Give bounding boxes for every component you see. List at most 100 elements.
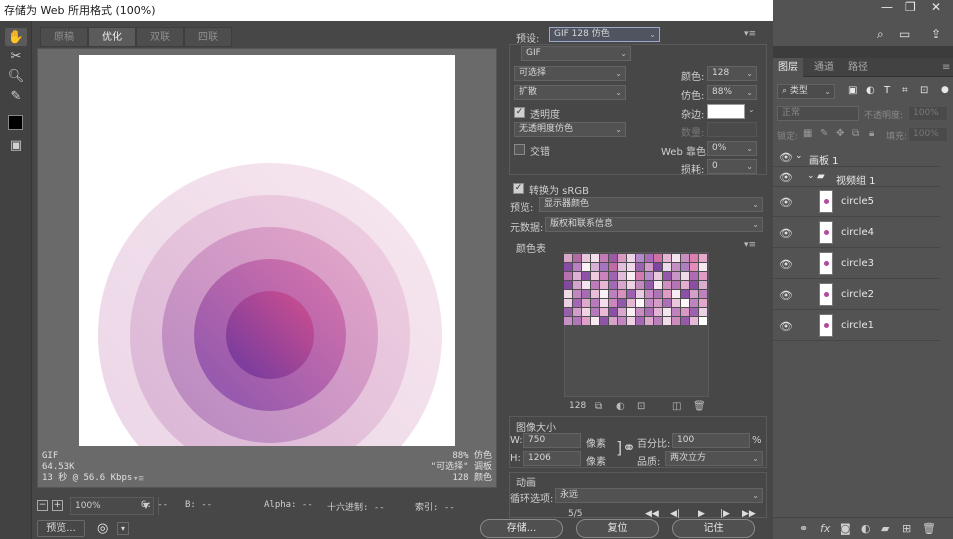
link-constrain-icon[interactable]: ]⚭ <box>616 438 636 457</box>
color-swatch[interactable] <box>618 263 626 271</box>
dither-amount-select[interactable]: 88% ⌄ <box>707 85 757 100</box>
color-swatch[interactable] <box>618 299 626 307</box>
eyedropper-color-swatch[interactable] <box>8 115 23 130</box>
color-swatch[interactable] <box>591 308 599 316</box>
eyedropper-tool-icon[interactable]: ✎ <box>5 87 27 105</box>
web-snap-select[interactable]: 0% ⌄ <box>707 141 757 156</box>
color-swatch[interactable] <box>636 263 644 271</box>
color-swatch[interactable] <box>654 317 662 325</box>
workspace-icon[interactable]: ▭ <box>899 27 910 41</box>
color-swatch[interactable] <box>582 299 590 307</box>
color-swatch[interactable] <box>591 290 599 298</box>
share-icon[interactable]: ⇪ <box>931 27 941 41</box>
color-swatch[interactable] <box>600 254 608 262</box>
color-swatch[interactable] <box>663 254 671 262</box>
color-swatch[interactable] <box>618 281 626 289</box>
color-swatch[interactable] <box>600 299 608 307</box>
color-swatch[interactable] <box>591 272 599 280</box>
lock-artboard-icon[interactable]: ⧉ <box>852 128 859 139</box>
link-layers-icon[interactable]: ⚭ <box>799 522 808 535</box>
delete-color-icon[interactable]: 🗑︎ <box>693 401 706 412</box>
filter-type-icon[interactable]: T <box>884 85 890 96</box>
colors-select[interactable]: 128 ⌄ <box>707 66 757 81</box>
eye-icon[interactable]: 👁︎ <box>779 171 793 184</box>
color-swatch[interactable] <box>663 263 671 271</box>
search-icon[interactable]: ⌕ <box>877 27 884 42</box>
color-swatch[interactable] <box>654 308 662 316</box>
color-swatch[interactable] <box>627 281 635 289</box>
color-swatch[interactable] <box>600 263 608 271</box>
interlaced-checkbox[interactable] <box>514 144 525 155</box>
lock-pixels-icon[interactable]: ✎ <box>820 128 828 139</box>
color-swatch[interactable] <box>573 263 581 271</box>
color-swatch[interactable] <box>681 308 689 316</box>
color-swatch[interactable] <box>609 308 617 316</box>
color-swatch[interactable] <box>591 263 599 271</box>
lock-color-icon[interactable]: ⊡ <box>637 401 645 412</box>
opacity-input[interactable]: 100% <box>908 106 948 121</box>
eye-icon[interactable]: 👁︎ <box>779 151 793 164</box>
color-swatch[interactable] <box>645 272 653 280</box>
color-swatch[interactable] <box>699 254 707 262</box>
web-shift-icon[interactable]: ◐ <box>616 401 625 412</box>
hand-tool-icon[interactable]: ✋ <box>5 28 27 46</box>
color-swatch[interactable] <box>663 281 671 289</box>
new-color-icon[interactable]: ◫ <box>672 401 681 412</box>
color-swatch[interactable] <box>627 317 635 325</box>
tab-4-up[interactable]: 四联 <box>184 27 232 47</box>
color-swatch[interactable] <box>672 299 680 307</box>
filter-image-icon[interactable]: ▣ <box>848 85 857 96</box>
transparency-dither-select[interactable]: 无透明度仿色 ⌄ <box>514 122 626 137</box>
layer-artboard[interactable]: 👁︎ ⌄ 画板 1 <box>773 147 940 167</box>
color-swatch[interactable] <box>564 254 572 262</box>
color-swatch[interactable] <box>582 290 590 298</box>
color-swatch[interactable] <box>654 281 662 289</box>
color-swatch[interactable] <box>663 308 671 316</box>
color-swatch[interactable] <box>591 254 599 262</box>
color-swatch[interactable] <box>573 317 581 325</box>
color-swatch[interactable] <box>681 290 689 298</box>
color-swatch[interactable] <box>663 272 671 280</box>
eye-icon[interactable]: 👁︎ <box>779 196 793 209</box>
filter-smart-object-icon[interactable]: ⊡ <box>920 85 928 96</box>
color-swatch[interactable] <box>618 308 626 316</box>
tab-layers[interactable]: 图层 <box>773 58 803 77</box>
format-select[interactable]: GIF ⌄ <box>521 46 631 61</box>
quality-select[interactable]: 两次立方 ⌄ <box>665 451 763 466</box>
color-swatch[interactable] <box>699 290 707 298</box>
eye-icon[interactable]: 👁︎ <box>779 289 793 302</box>
preset-select[interactable]: GIF 128 仿色 ⌄ <box>549 27 660 42</box>
color-swatch[interactable] <box>573 299 581 307</box>
chevron-down-icon[interactable]: ⌄ <box>807 171 815 181</box>
filter-adjustment-icon[interactable]: ◐ <box>866 85 875 96</box>
color-swatch[interactable] <box>672 317 680 325</box>
color-reduction-select[interactable]: 可选择 ⌄ <box>514 66 626 81</box>
chevron-down-icon[interactable]: ⌄ <box>748 105 755 114</box>
lock-all-icon[interactable]: 🔒︎ <box>869 128 874 139</box>
color-swatch[interactable] <box>636 317 644 325</box>
color-swatch[interactable] <box>600 281 608 289</box>
metadata-select[interactable]: 版权和联系信息 ⌄ <box>545 217 763 232</box>
color-swatch[interactable] <box>672 272 680 280</box>
color-swatch[interactable] <box>582 254 590 262</box>
color-swatch[interactable] <box>654 299 662 307</box>
reset-button[interactable]: 复位 <box>576 519 659 538</box>
color-swatch[interactable] <box>654 290 662 298</box>
transparency-checkbox[interactable]: ✓ <box>514 107 525 118</box>
color-swatch[interactable] <box>618 290 626 298</box>
color-swatch[interactable] <box>582 272 590 280</box>
color-swatch[interactable] <box>636 254 644 262</box>
color-swatch[interactable] <box>654 272 662 280</box>
color-swatch[interactable] <box>672 254 680 262</box>
color-swatch[interactable] <box>618 254 626 262</box>
add-mask-icon[interactable]: ◙ <box>840 522 851 535</box>
percent-input[interactable]: 100 <box>672 433 750 448</box>
color-swatch[interactable] <box>600 317 608 325</box>
tab-paths[interactable]: 路径 <box>843 58 873 77</box>
map-color-icon[interactable]: ⧉ <box>595 401 602 412</box>
color-swatch[interactable] <box>636 290 644 298</box>
toggle-slices-icon[interactable]: ▣ <box>5 136 27 154</box>
new-layer-icon[interactable]: ⊞ <box>902 522 911 535</box>
minimize-icon[interactable]: — <box>881 0 893 14</box>
color-swatch[interactable] <box>591 281 599 289</box>
